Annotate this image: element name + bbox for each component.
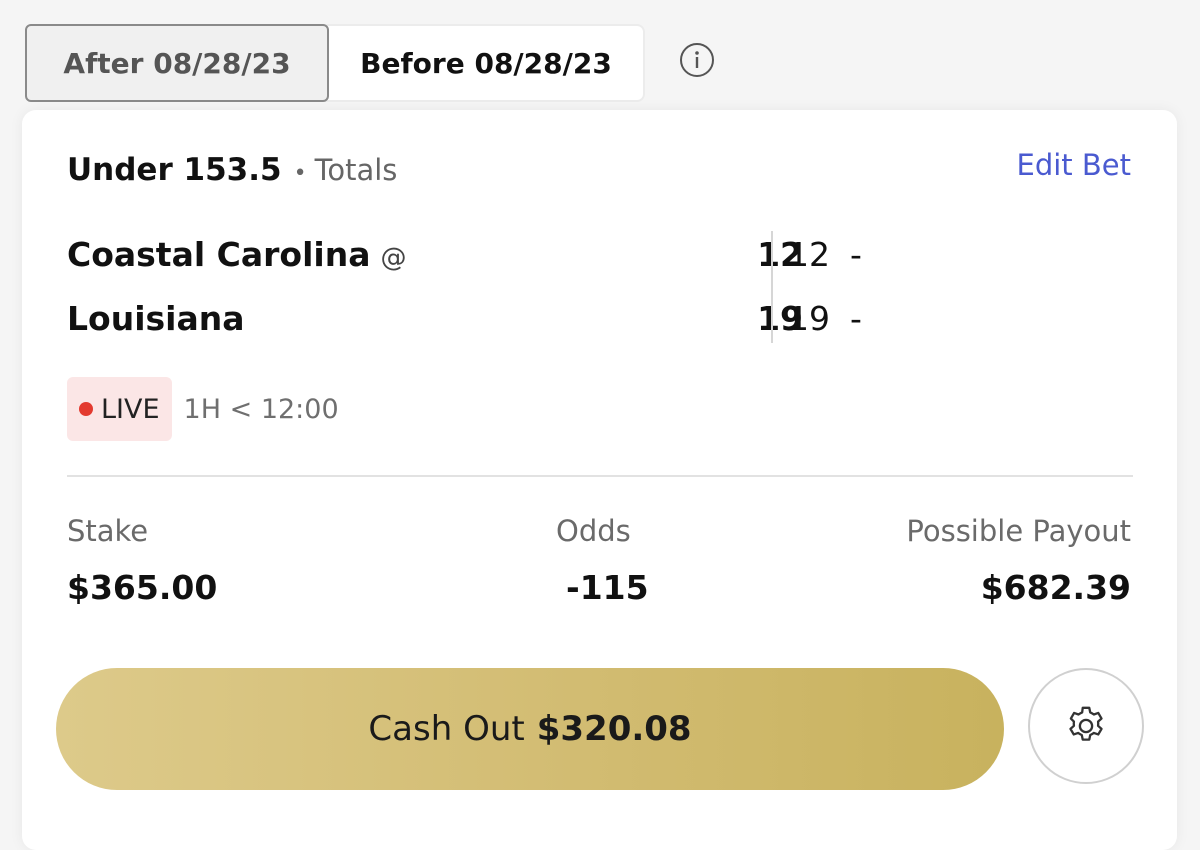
- live-label: LIVE: [101, 393, 160, 425]
- bet-header: Under 153.5 • Totals: [67, 152, 397, 188]
- away-half-score: 12: [788, 235, 830, 274]
- cash-out-amount: $320.08: [536, 709, 692, 749]
- bet-selection: Under 153.5: [67, 152, 282, 188]
- home-half-score: 19: [788, 299, 830, 338]
- stake-value: $365.00: [67, 568, 218, 607]
- bet-market: Totals: [314, 153, 398, 187]
- score-divider: [771, 231, 773, 343]
- after-date-tab[interactable]: After 08/28/23: [25, 24, 329, 102]
- game-clock: 1H < 12:00: [183, 393, 339, 425]
- home-team-name: Louisiana: [67, 299, 245, 338]
- home-second-half-score: -: [850, 299, 862, 338]
- stake-label: Stake: [67, 514, 149, 548]
- cash-out-label: Cash Out: [368, 709, 525, 749]
- cash-out-button[interactable]: Cash Out $320.08: [56, 668, 1004, 790]
- away-team-row: Coastal Carolina @ 12: [67, 231, 967, 281]
- away-team-name: Coastal Carolina: [67, 235, 371, 274]
- live-badge: LIVE: [67, 377, 172, 441]
- live-dot-icon: [79, 402, 93, 416]
- before-date-tab[interactable]: Before 08/28/23: [329, 26, 643, 100]
- bet-card: Under 153.5 • Totals Edit Bet Coastal Ca…: [22, 110, 1177, 850]
- gear-icon: [1069, 706, 1103, 741]
- payout-value: $682.39: [980, 568, 1131, 607]
- game-status: LIVE 1H < 12:00: [67, 377, 339, 441]
- bet-separator: •: [293, 161, 307, 186]
- edit-bet-link[interactable]: Edit Bet: [1017, 148, 1132, 182]
- date-filter-toggle: After 08/28/23 Before 08/28/23: [25, 24, 645, 102]
- odds-label: Odds: [556, 514, 631, 548]
- card-divider: [67, 475, 1133, 477]
- home-team-row: Louisiana 19: [67, 295, 967, 345]
- cash-out-settings-button[interactable]: [1028, 668, 1144, 784]
- payout-label: Possible Payout: [906, 514, 1131, 548]
- away-second-half-score: -: [850, 235, 862, 274]
- info-icon[interactable]: [679, 42, 715, 78]
- away-team: Coastal Carolina @: [67, 235, 406, 274]
- at-symbol: @: [380, 243, 407, 273]
- odds-value: -115: [566, 568, 649, 607]
